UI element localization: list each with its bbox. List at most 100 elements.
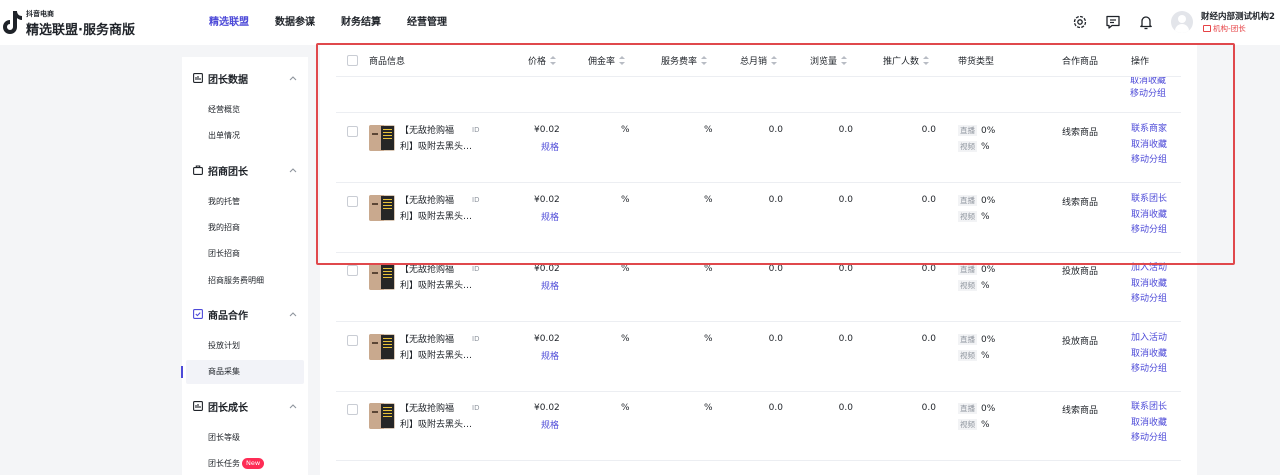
product-thumbnail[interactable] <box>369 125 395 151</box>
product-thumbnail[interactable] <box>369 264 395 290</box>
bell-icon[interactable] <box>1138 14 1154 30</box>
product-thumbnail[interactable] <box>369 334 395 360</box>
spec-link[interactable]: 规格 <box>541 418 559 431</box>
brand-logo[interactable]: 抖音电商 精选联盟·服务商版 <box>0 6 145 38</box>
row-op-move-group[interactable]: 移动分组 <box>1131 431 1167 447</box>
view-count: 0.0 <box>838 334 853 344</box>
row-op-contact[interactable]: 加入活动 <box>1131 331 1167 347</box>
briefcase-icon <box>193 165 203 175</box>
avatar[interactable] <box>1171 11 1193 33</box>
row-op-move-group[interactable]: 移动分组 <box>1131 292 1167 308</box>
sidebar-item-overview[interactable]: 经营概览 <box>186 98 304 122</box>
product-thumbnail[interactable] <box>369 195 395 221</box>
sidebar-item-leader-task[interactable]: 团长任务 New <box>186 452 304 475</box>
row-op-move-group[interactable]: 移动分组 <box>1131 153 1167 169</box>
spec-link[interactable]: 规格 <box>541 279 559 292</box>
table-row[interactable]: 【无敌抢购福 利】吸附去黑头… ID ¥0.02 规格%% 0.0 0.0 0.0 直播 0% 视频… <box>336 252 1181 322</box>
sidebar-item-product-collect[interactable]: 商品采集 <box>181 360 304 384</box>
sort-icon[interactable] <box>771 56 778 65</box>
row-op-contact[interactable]: 联系团长 <box>1131 192 1167 208</box>
video-tag: 视频 <box>958 419 977 430</box>
sort-icon[interactable] <box>550 56 557 65</box>
product-name[interactable]: 【无敌抢购福 利】吸附去黑头… <box>400 123 482 155</box>
sort-icon[interactable] <box>841 56 848 65</box>
row-op-cancel-favorite[interactable]: 取消收藏 <box>1131 347 1167 363</box>
column-header-views[interactable]: 浏览量 <box>810 54 848 67</box>
spec-link[interactable]: 规格 <box>541 140 559 153</box>
chevron-up-icon[interactable] <box>289 75 297 81</box>
product-id-tag[interactable]: ID <box>472 335 479 343</box>
row-op-move-group[interactable]: 移动分组 <box>1130 87 1166 103</box>
row-actions: 联系团长 取消收藏 移动分组 <box>1131 192 1167 239</box>
table-row[interactable]: 【无敌抢购福 利】吸附去黑头… ID ¥0.02 规格%% 0.0 0.0 0.0 直播 0% 视频… <box>336 113 1181 183</box>
sidebar-group-recruit-leader[interactable]: 招商团长 <box>182 161 308 181</box>
row-op-contact[interactable]: 联系团长 <box>1131 400 1167 416</box>
nav-item-operations[interactable]: 经营管理 <box>394 0 460 45</box>
sidebar-item-leader-level[interactable]: 团长等级 <box>186 426 304 450</box>
column-header-label: 推广人数 <box>883 57 920 67</box>
live-stat: 直播 0% <box>958 195 995 206</box>
message-icon[interactable] <box>1105 14 1121 30</box>
product-id-tag[interactable]: ID <box>472 126 479 134</box>
chevron-up-icon[interactable] <box>289 167 297 173</box>
sort-icon[interactable] <box>701 56 708 65</box>
column-header-service-fee[interactable]: 服务费率 <box>661 54 708 67</box>
chevron-up-icon[interactable] <box>289 403 297 409</box>
product-thumbnail[interactable] <box>369 403 395 429</box>
column-header-monthly-sales[interactable]: 总月销 <box>740 54 778 67</box>
sort-icon[interactable] <box>619 56 626 65</box>
video-tag: 视频 <box>958 350 977 361</box>
row-op-cancel-favorite[interactable]: 取消收藏 <box>1131 277 1167 293</box>
sidebar-group-product-coop[interactable]: 商品合作 <box>182 305 308 325</box>
column-header-promoters[interactable]: 推广人数 <box>883 54 930 67</box>
product-id-tag[interactable]: ID <box>472 404 479 412</box>
spec-link[interactable]: 规格 <box>541 210 559 223</box>
row-checkbox[interactable] <box>347 335 358 346</box>
sidebar-item-leader-recruit[interactable]: 团长招商 <box>186 242 304 266</box>
video-value: % <box>981 351 990 361</box>
row-op-contact[interactable]: 联系商家 <box>1131 122 1167 138</box>
sidebar-item-orders[interactable]: 出单情况 <box>186 124 304 148</box>
sidebar-item-my-recruit[interactable]: 我的招商 <box>186 216 304 240</box>
sidebar-group-leader-data[interactable]: 团长数据 <box>182 69 308 89</box>
table-row[interactable]: 【无敌抢购福 利】吸附去黑头… ID ¥0.02 规格%% 0.0 0.0 0.0 直播 0% 视频… <box>336 322 1181 392</box>
product-name[interactable]: 【无敌抢购福 利】吸附去黑头… <box>400 193 482 225</box>
spec-link[interactable]: 规格 <box>541 349 559 362</box>
product-name-line: 利】吸附去黑头… <box>400 281 473 291</box>
row-op-move-group[interactable]: 移动分组 <box>1131 223 1167 239</box>
product-id-tag[interactable]: ID <box>472 265 479 273</box>
row-op-contact[interactable]: 加入活动 <box>1131 261 1167 277</box>
product-id-tag[interactable]: ID <box>472 196 479 204</box>
product-name[interactable]: 【无敌抢购福 利】吸附去黑头… <box>400 401 482 433</box>
row-checkbox[interactable] <box>347 126 358 137</box>
sidebar-item-my-hosting[interactable]: 我的托管 <box>186 190 304 214</box>
row-op-cancel-favorite[interactable]: 取消收藏 <box>1131 138 1167 154</box>
monthly-sales: 0.0 <box>768 264 783 274</box>
monthly-sales: 0.0 <box>768 334 783 344</box>
row-op-move-group[interactable]: 移动分组 <box>1131 362 1167 378</box>
nav-item-finance[interactable]: 财务结算 <box>328 0 394 45</box>
row-op-cancel-favorite[interactable]: 取消收藏 <box>1131 416 1167 432</box>
sidebar-group-leader-growth[interactable]: 团长成长 <box>182 397 308 417</box>
select-all-checkbox[interactable] <box>347 55 358 66</box>
nav-item-selection-alliance[interactable]: 精选联盟 <box>196 0 262 45</box>
top-nav: 精选联盟 数据参谋 财务结算 经营管理 <box>196 0 460 45</box>
column-header-commission[interactable]: 佣金率 <box>588 54 626 67</box>
row-checkbox[interactable] <box>347 196 358 207</box>
table-row[interactable]: 【无敌抢购福 利】吸附去黑头… ID ¥0.02 规格%% 0.0 0.0 0.0 直播 0% 视频… <box>336 183 1181 253</box>
sidebar-item-placement-plan[interactable]: 投放计划 <box>186 334 304 358</box>
sidebar-item-service-fee-detail[interactable]: 招商服务费明细 <box>186 269 304 293</box>
user-name[interactable]: 财经内部测试机构2 <box>1201 10 1275 22</box>
product-name[interactable]: 【无敌抢购福 利】吸附去黑头… <box>400 262 482 294</box>
settings-icon[interactable] <box>1072 14 1088 30</box>
commission-rate: % <box>621 334 630 344</box>
nav-item-data-advisor[interactable]: 数据参谋 <box>262 0 328 45</box>
chevron-up-icon[interactable] <box>289 311 297 317</box>
table-row[interactable]: 【无敌抢购福 利】吸附去黑头… ID ¥0.02 规格%% 0.0 0.0 0.0 直播 0% 视频… <box>336 391 1181 461</box>
row-checkbox[interactable] <box>347 265 358 276</box>
column-header-price[interactable]: 价格 <box>528 54 557 67</box>
sort-icon[interactable] <box>923 56 930 65</box>
row-op-cancel-favorite[interactable]: 取消收藏 <box>1131 208 1167 224</box>
row-checkbox[interactable] <box>347 404 358 415</box>
product-name[interactable]: 【无敌抢购福 利】吸附去黑头… <box>400 332 482 364</box>
